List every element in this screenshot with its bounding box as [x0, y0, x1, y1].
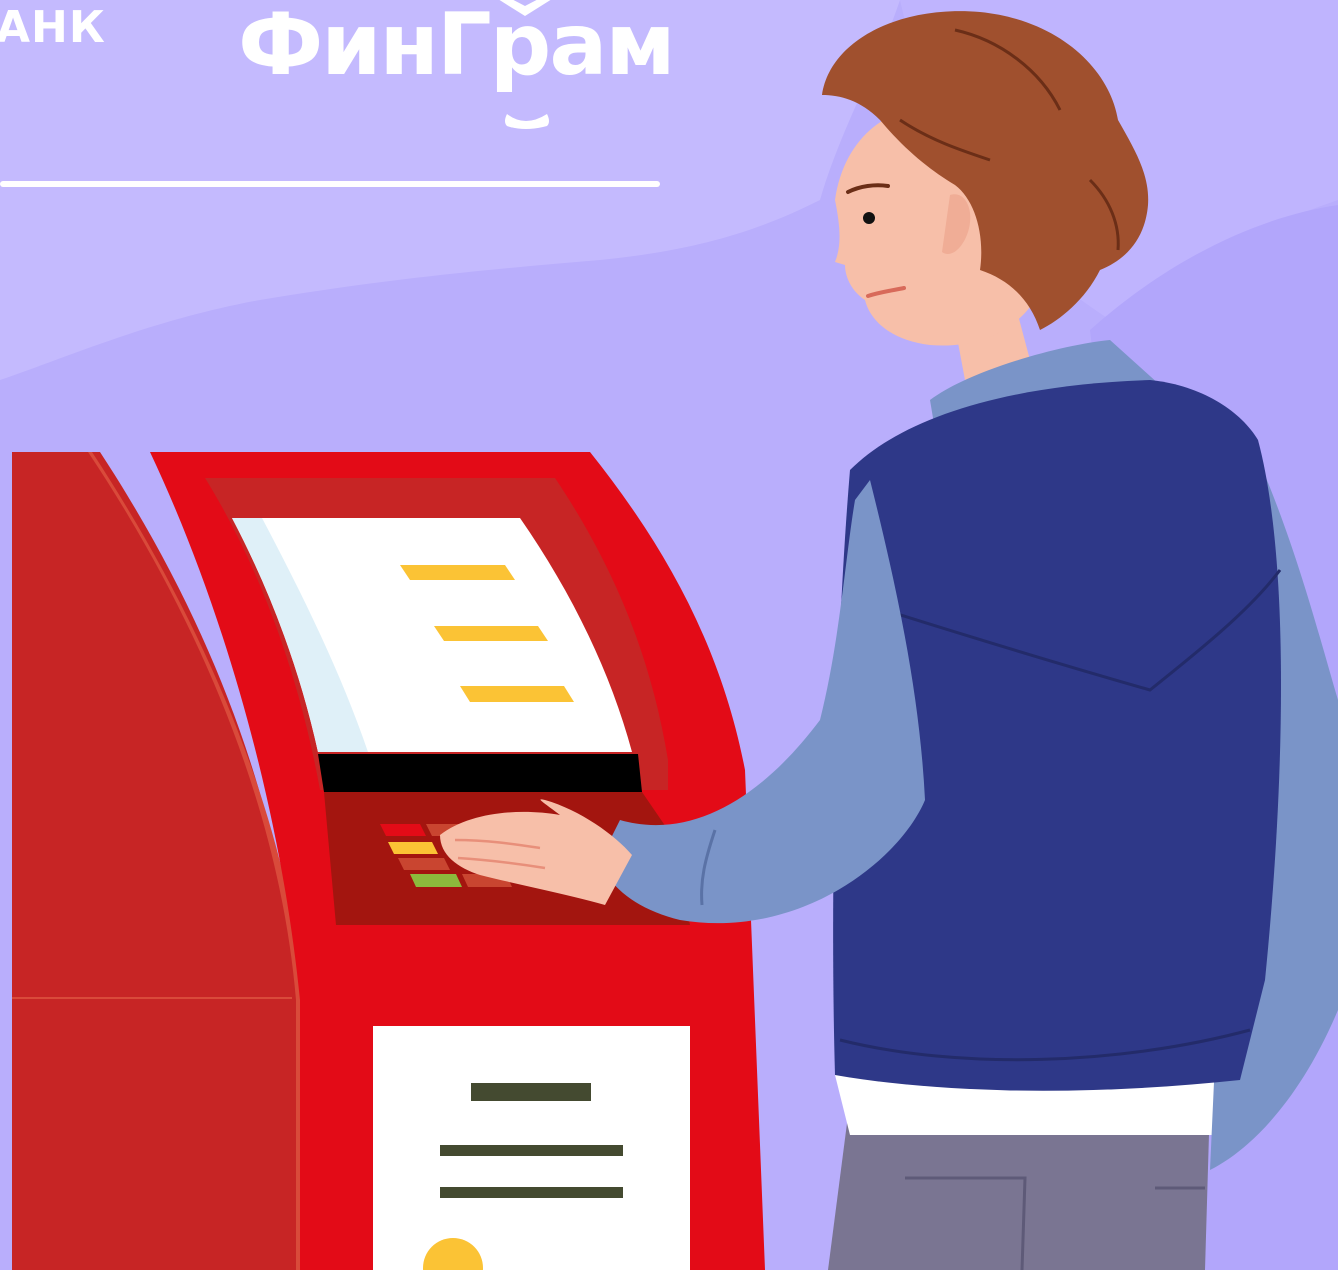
fingram-logo-text: ФинГрам: [238, 0, 676, 95]
keypad-key: [388, 842, 438, 854]
keypad-key: [410, 874, 462, 887]
screen-bar: [460, 686, 574, 702]
illustration-scene: [0, 0, 1338, 1270]
receipt-line: [440, 1145, 623, 1156]
keypad-key: [398, 858, 450, 870]
bank-name-text: АНК: [0, 2, 106, 53]
screen-bar: [434, 626, 548, 641]
eye: [863, 212, 875, 224]
receipt-line: [440, 1187, 623, 1198]
screen-bar: [400, 565, 515, 580]
header-divider: [0, 181, 660, 187]
card-slot: [318, 754, 642, 792]
keypad-key: [380, 824, 426, 836]
receipt-line: [471, 1083, 591, 1101]
